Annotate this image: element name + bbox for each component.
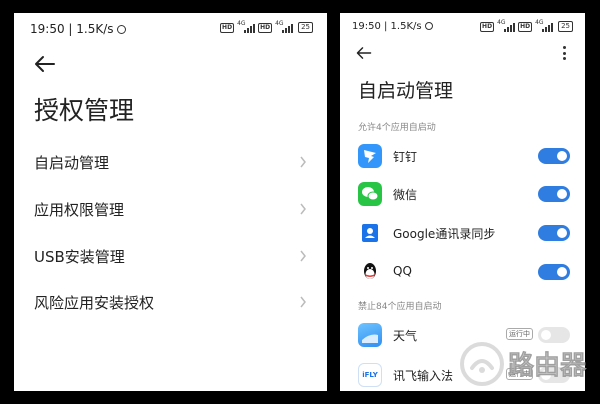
app-name: 讯飞输入法 [393, 369, 454, 383]
status-bar: 19:50 | 1.5K/s HD 4G HD 4G 25 [14, 13, 327, 43]
app-name: Google通讯录同步 [393, 227, 496, 241]
status-time: 19:50 | 1.5K/s [30, 22, 126, 36]
menu-item-autostart[interactable]: 自启动管理 [14, 139, 327, 185]
qq-icon [358, 260, 382, 284]
alarm-icon [424, 22, 433, 30]
autostart-toggle[interactable] [538, 264, 570, 280]
autostart-toggle[interactable] [538, 148, 570, 164]
left-screen: 19:50 | 1.5K/s HD 4G HD 4G 25 授权管理 自启动管理… [14, 13, 327, 391]
status-bar: 19:50 | 1.5K/s HD 4G HD 4G 25 [340, 13, 585, 43]
app-name: 微信 [393, 188, 418, 202]
page-title: 授权管理 [34, 96, 135, 125]
app-row-qq: QQ [340, 252, 585, 292]
google-contacts-icon [358, 221, 382, 245]
menu-item-risk-app-install[interactable]: 风险应用安装授权 [14, 279, 327, 325]
weather-icon [358, 323, 382, 347]
watermark-text: 路由器 [508, 350, 587, 381]
status-icons: HD 4G HD 4G 25 [220, 20, 313, 33]
battery-icon: 25 [298, 22, 313, 33]
alarm-icon [116, 25, 126, 34]
menu-item-label: 风险应用安装授权 [34, 293, 155, 312]
status-time-text: 19:50 | 1.5K/s [352, 21, 422, 32]
app-row-google-contacts: Google通讯录同步 [340, 213, 585, 253]
autostart-toggle[interactable] [538, 186, 570, 202]
signal-icon: 4G [535, 19, 554, 32]
menu-item-usb-install[interactable]: USB安装管理 [14, 233, 327, 279]
app-name: 钉钉 [393, 150, 418, 164]
status-time-text: 19:50 | 1.5K/s [30, 22, 114, 36]
back-arrow-icon[interactable] [356, 45, 372, 59]
chevron-right-icon [300, 203, 306, 215]
status-icons: HD 4G HD 4G 25 [480, 19, 573, 32]
menu-item-label: 自启动管理 [34, 153, 110, 172]
menu-item-app-permissions[interactable]: 应用权限管理 [14, 186, 327, 232]
signal-icon: 4G [237, 20, 256, 33]
watermark: 路由器 [458, 336, 596, 392]
allowed-section-header: 允许4个应用自启动 [358, 123, 436, 133]
battery-icon: 25 [558, 21, 573, 32]
app-name: QQ [393, 264, 412, 278]
iflytek-icon-text: iFLY [362, 371, 378, 379]
status-time: 19:50 | 1.5K/s [352, 21, 433, 32]
hd-icon: HD [480, 21, 495, 32]
router-logo-icon: 路由器 [460, 342, 587, 386]
dingtalk-icon [358, 144, 382, 168]
app-row-dingtalk: 钉钉 [340, 136, 585, 176]
more-options-icon[interactable] [562, 46, 566, 60]
menu-item-label: USB安装管理 [34, 247, 125, 266]
chevron-right-icon [300, 250, 306, 262]
iflytek-icon: iFLY [358, 363, 382, 387]
page-title: 自启动管理 [358, 80, 454, 102]
hd-icon: HD [220, 22, 235, 33]
menu-item-label: 应用权限管理 [34, 200, 125, 219]
chevron-right-icon [300, 156, 306, 168]
chevron-right-icon [300, 296, 306, 308]
signal-icon: 4G [497, 19, 516, 32]
back-arrow-icon[interactable] [34, 55, 56, 73]
wechat-icon [358, 182, 382, 206]
app-row-wechat: 微信 [340, 174, 585, 214]
autostart-toggle[interactable] [538, 225, 570, 241]
app-name: 天气 [393, 329, 418, 343]
hd-icon: HD [258, 22, 273, 33]
right-screen: 19:50 | 1.5K/s HD 4G HD 4G 25 自启动管理 允许4个… [340, 13, 585, 391]
blocked-section-header: 禁止84个应用自启动 [358, 302, 442, 312]
hd-icon: HD [518, 21, 533, 32]
signal-icon: 4G [275, 20, 294, 33]
